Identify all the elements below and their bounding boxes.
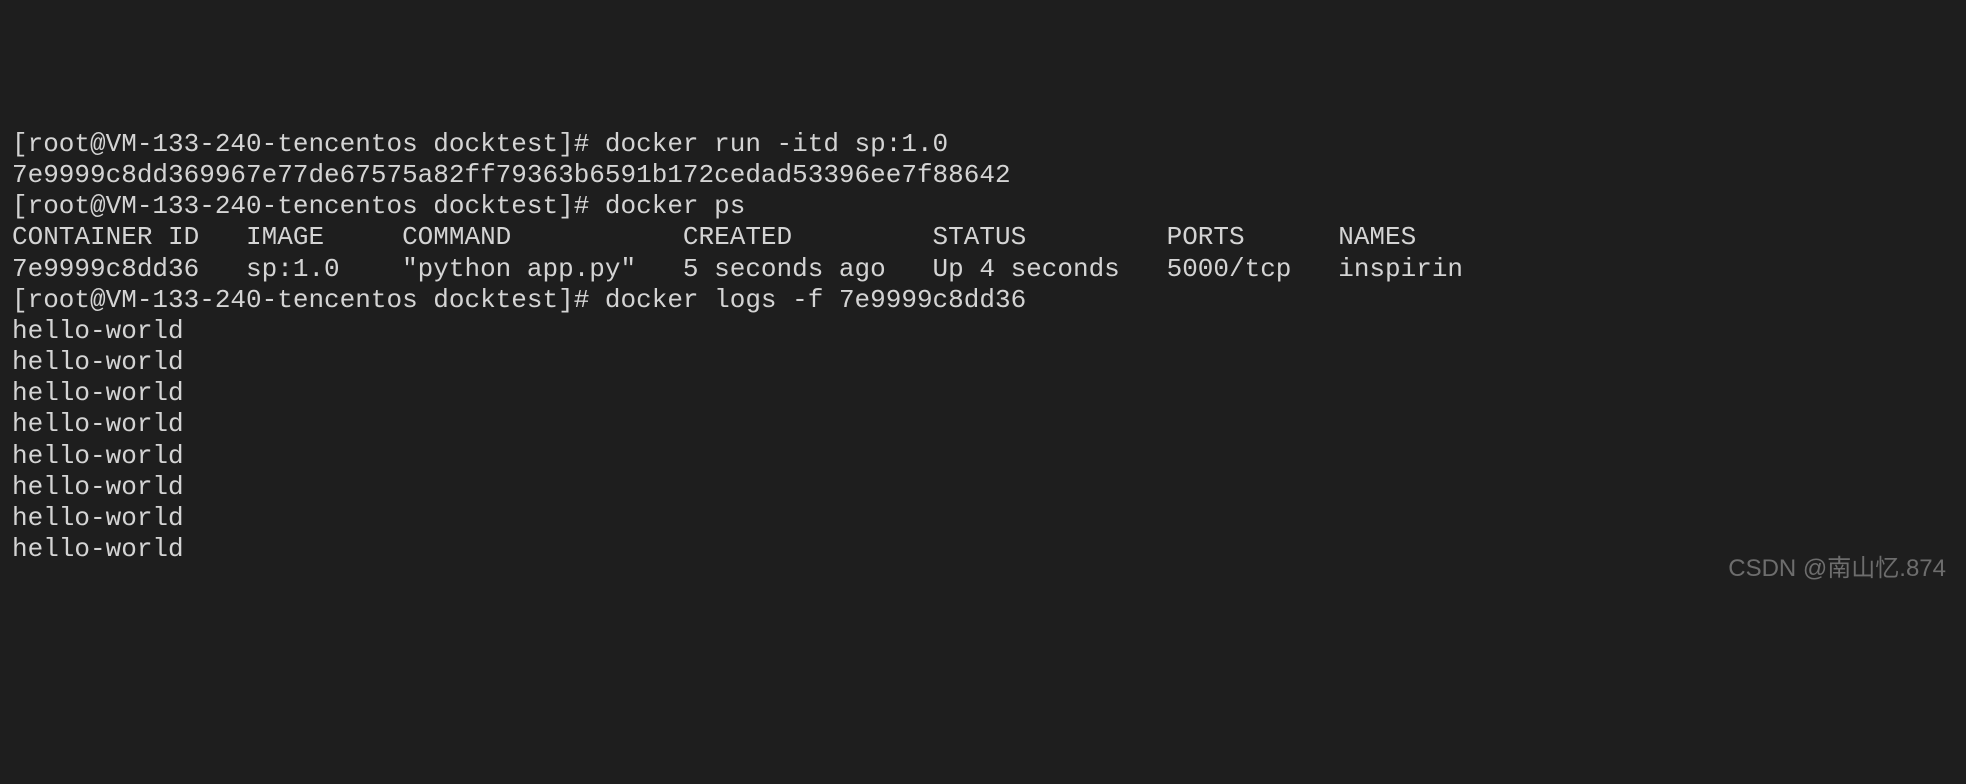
shell-output: hello-world bbox=[12, 534, 184, 564]
terminal-output[interactable]: [root@VM-133-240-tencentos docktest]# do… bbox=[12, 129, 1954, 566]
shell-output: hello-world bbox=[12, 503, 184, 533]
terminal-line: 7e9999c8dd369967e77de67575a82ff79363b659… bbox=[12, 160, 1954, 191]
shell-prompt: [root@VM-133-240-tencentos docktest]# bbox=[12, 191, 605, 221]
terminal-line: [root@VM-133-240-tencentos docktest]# do… bbox=[12, 191, 1954, 222]
shell-output: CONTAINER ID IMAGE COMMAND CREATED STATU… bbox=[12, 222, 1416, 252]
shell-output: hello-world bbox=[12, 316, 184, 346]
terminal-line: [root@VM-133-240-tencentos docktest]# do… bbox=[12, 129, 1954, 160]
shell-output: hello-world bbox=[12, 472, 184, 502]
terminal-line: hello-world bbox=[12, 441, 1954, 472]
terminal-line: hello-world bbox=[12, 316, 1954, 347]
shell-output: hello-world bbox=[12, 441, 184, 471]
shell-prompt: [root@VM-133-240-tencentos docktest]# bbox=[12, 129, 605, 159]
terminal-line: hello-world bbox=[12, 378, 1954, 409]
watermark-text: CSDN @南山忆.874 bbox=[1728, 555, 1946, 584]
shell-output: 7e9999c8dd36 sp:1.0 "python app.py" 5 se… bbox=[12, 254, 1463, 284]
terminal-line: [root@VM-133-240-tencentos docktest]# do… bbox=[12, 285, 1954, 316]
shell-output: hello-world bbox=[12, 347, 184, 377]
shell-output: hello-world bbox=[12, 378, 184, 408]
terminal-line: 7e9999c8dd36 sp:1.0 "python app.py" 5 se… bbox=[12, 254, 1954, 285]
shell-command: docker ps bbox=[605, 191, 745, 221]
shell-command: docker run -itd sp:1.0 bbox=[605, 129, 948, 159]
terminal-line: hello-world bbox=[12, 534, 1954, 565]
terminal-line: hello-world bbox=[12, 409, 1954, 440]
terminal-line: hello-world bbox=[12, 503, 1954, 534]
terminal-line: hello-world bbox=[12, 347, 1954, 378]
shell-output: hello-world bbox=[12, 409, 184, 439]
shell-prompt: [root@VM-133-240-tencentos docktest]# bbox=[12, 285, 605, 315]
terminal-line: hello-world bbox=[12, 472, 1954, 503]
shell-output: 7e9999c8dd369967e77de67575a82ff79363b659… bbox=[12, 160, 1011, 190]
terminal-line: CONTAINER ID IMAGE COMMAND CREATED STATU… bbox=[12, 222, 1954, 253]
shell-command: docker logs -f 7e9999c8dd36 bbox=[605, 285, 1026, 315]
